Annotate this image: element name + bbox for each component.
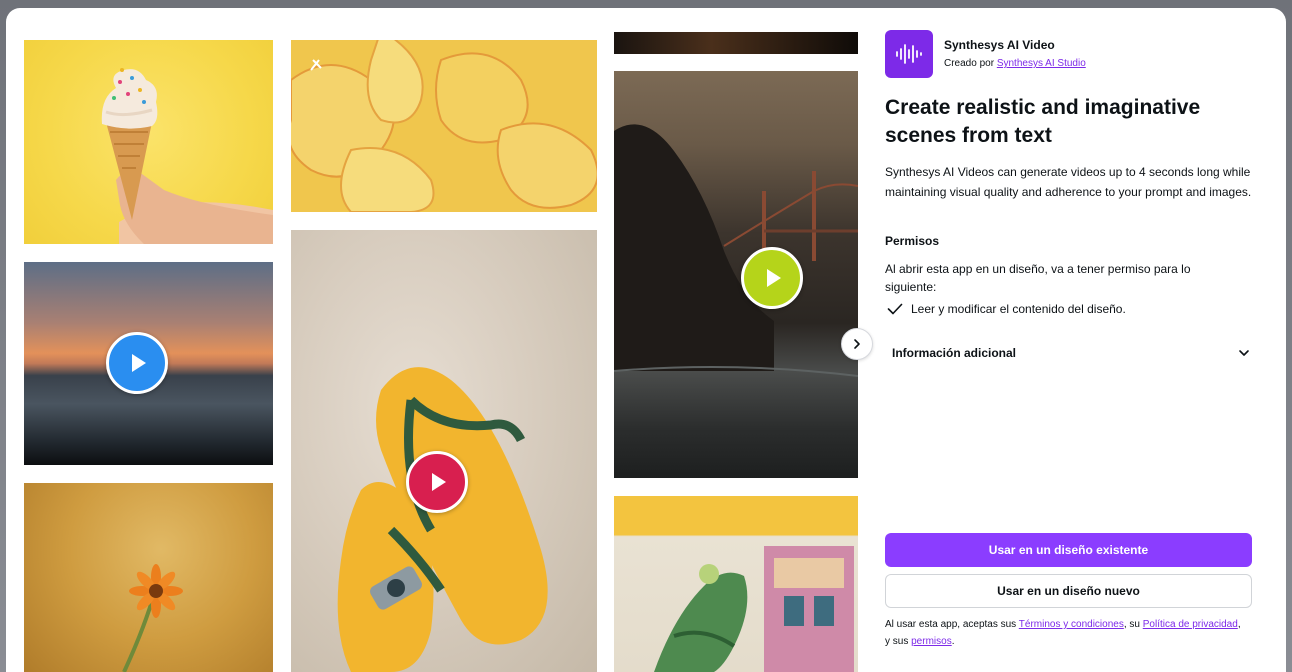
permissions-intro: Al abrir esta app en un diseño, va a ten… xyxy=(885,262,1191,294)
gallery-image-night xyxy=(614,32,858,54)
play-button-flipflops[interactable] xyxy=(406,451,468,513)
play-button-sunset[interactable] xyxy=(106,332,168,394)
leaves-illustration xyxy=(291,40,597,212)
legal-prefix: Al usar esta app, aceptas sus xyxy=(885,619,1019,630)
permission-item: Leer y modificar el contenido del diseño… xyxy=(887,302,1126,316)
privacy-link[interactable]: Política de privacidad xyxy=(1143,619,1238,630)
permissions-title: Permisos xyxy=(885,234,940,248)
chevron-right-icon xyxy=(854,339,860,349)
gallery-video-flipflops[interactable] xyxy=(291,230,597,672)
gallery-video-sunset[interactable] xyxy=(24,262,273,465)
play-button-bridge[interactable] xyxy=(741,247,803,309)
bridge-illustration xyxy=(614,124,858,377)
permission-item-label: Leer y modificar el contenido del diseño… xyxy=(911,302,1126,316)
app-details-modal: Synthesys AI Video Creado por Synthesys … xyxy=(6,8,1286,672)
gallery-image-leaves xyxy=(291,40,597,212)
play-icon xyxy=(132,354,146,372)
app-headline: Create realistic and imaginative scenes … xyxy=(885,96,1201,147)
additional-info-label: Información adicional xyxy=(892,346,1017,360)
legal-notice: Al usar esta app, aceptas sus Términos y… xyxy=(885,616,1245,650)
chevron-down-icon xyxy=(1239,350,1249,356)
waveform-icon xyxy=(885,30,933,78)
app-author: Creado por Synthesys AI Studio xyxy=(944,58,1086,69)
app-info-panel: Synthesys AI Video Creado por Synthesys … xyxy=(885,8,1273,672)
created-by-label: Creado por xyxy=(944,58,995,69)
gallery-next-button[interactable] xyxy=(841,328,873,360)
gallery-image-flower xyxy=(24,483,273,672)
play-icon xyxy=(767,269,781,287)
additional-info-toggle[interactable]: Información adicional xyxy=(885,338,1251,368)
check-icon xyxy=(887,303,903,315)
gallery-video-bridge[interactable] xyxy=(614,71,858,478)
use-new-design-button[interactable]: Usar en un diseño nuevo xyxy=(885,574,1252,608)
terms-link[interactable]: Términos y condiciones xyxy=(1019,619,1124,630)
author-link[interactable]: Synthesys AI Studio xyxy=(997,58,1086,69)
flower-illustration xyxy=(122,564,183,672)
play-icon xyxy=(432,473,446,491)
legal-suffix: . xyxy=(951,636,955,647)
icecream-illustration xyxy=(101,68,273,244)
permissions-link[interactable]: permisos xyxy=(911,636,952,647)
collage-illustration xyxy=(654,546,854,672)
preview-gallery xyxy=(6,8,876,672)
app-description: Synthesys AI Videos can generate videos … xyxy=(885,165,1252,199)
app-name: Synthesys AI Video xyxy=(944,38,1055,52)
gallery-image-collage xyxy=(614,496,858,672)
use-existing-design-button[interactable]: Usar en un diseño existente xyxy=(885,533,1252,567)
legal-mid: , su xyxy=(1123,619,1143,630)
gallery-image-icecream xyxy=(24,40,273,244)
